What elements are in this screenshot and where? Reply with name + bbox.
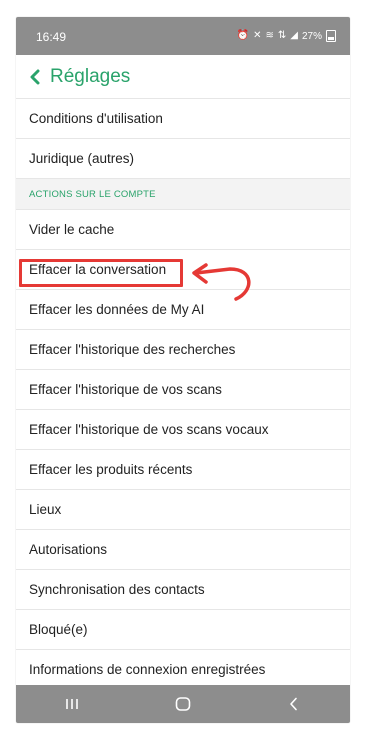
row-label: Effacer les données de My AI: [29, 302, 205, 317]
battery-icon: [326, 30, 336, 42]
row-label: Vider le cache: [29, 222, 115, 237]
row-label: Juridique (autres): [29, 151, 135, 166]
settings-row[interactable]: Effacer les produits récents: [16, 450, 350, 490]
settings-row[interactable]: Effacer l'historique des recherches: [16, 330, 350, 370]
row-label: Effacer l'historique de vos scans vocaux: [29, 422, 269, 437]
settings-row[interactable]: Bloqué(e): [16, 610, 350, 650]
status-time: 16:49: [36, 30, 67, 44]
mute-icon: ✕: [253, 30, 262, 41]
row-label: Synchronisation des contacts: [29, 582, 205, 597]
back-chevron-icon[interactable]: [24, 66, 46, 88]
row-label: Effacer l'historique des recherches: [29, 342, 236, 357]
row-label: Bloqué(e): [29, 622, 88, 637]
row-label: Lieux: [29, 502, 62, 517]
settings-row[interactable]: Lieux: [16, 490, 350, 530]
page-title: Réglages: [50, 65, 131, 87]
settings-row[interactable]: Effacer l'historique de vos scans: [16, 370, 350, 410]
home-icon[interactable]: [163, 693, 203, 715]
alarm-icon: ⏰: [236, 30, 250, 41]
annotation-arrow-icon: [192, 263, 251, 301]
settings-row[interactable]: Conditions d'utilisation: [16, 99, 350, 139]
status-icons: ⏰ ✕ ≋ ⇅ ◢ 27%: [237, 30, 336, 42]
row-label: Effacer les produits récents: [29, 462, 193, 477]
row-label: Effacer l'historique de vos scans: [29, 382, 222, 397]
row-label: Informations de connexion enregistrées: [29, 662, 266, 677]
signal-icon: ◢: [290, 30, 298, 41]
system-nav-bar: [16, 685, 350, 723]
settings-row[interactable]: Vider le cache: [16, 210, 350, 250]
settings-row[interactable]: Effacer les données de My AI: [16, 290, 350, 330]
settings-row[interactable]: Informations de connexion enregistrées: [16, 650, 350, 690]
section-header: ACTIONS SUR LE COMPTE: [16, 179, 350, 210]
settings-row[interactable]: Juridique (autres): [16, 139, 350, 179]
highlight-box: [19, 259, 183, 287]
lte-icon: ⇅: [277, 30, 287, 41]
status-bar: 16:49 ⏰ ✕ ≋ ⇅ ◢ 27%: [16, 17, 350, 55]
settings-row[interactable]: Autorisations: [16, 530, 350, 570]
vowifi-icon: ≋: [265, 30, 274, 41]
settings-list: Conditions d'utilisation Juridique (autr…: [16, 99, 350, 690]
phone-screen: 16:49 ⏰ ✕ ≋ ⇅ ◢ 27% Réglages Conditions …: [16, 17, 350, 723]
row-label: Autorisations: [29, 542, 108, 557]
settings-row[interactable]: Synchronisation des contacts: [16, 570, 350, 610]
back-nav-icon[interactable]: [274, 693, 314, 715]
section-title: ACTIONS SUR LE COMPTE: [29, 188, 156, 200]
battery-percent: 27%: [301, 30, 322, 42]
recent-apps-icon[interactable]: [52, 693, 92, 715]
app-header: Réglages: [16, 55, 350, 99]
settings-row[interactable]: Effacer l'historique de vos scans vocaux: [16, 410, 350, 450]
row-label: Conditions d'utilisation: [29, 111, 163, 126]
